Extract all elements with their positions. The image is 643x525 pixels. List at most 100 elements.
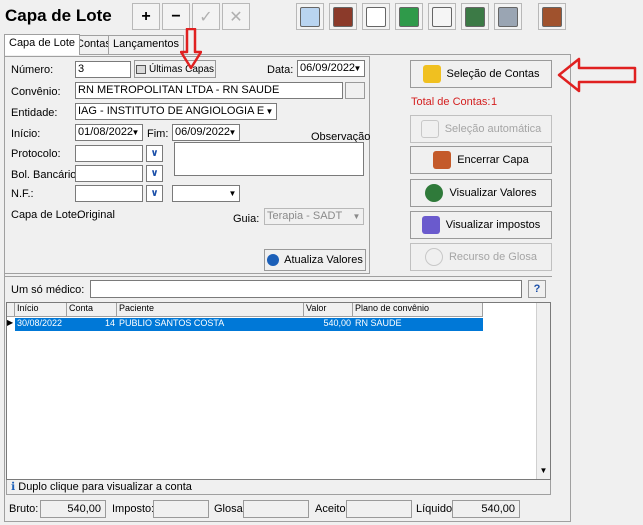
entidade-dropdown[interactable]: IAG - INSTITUTO DE ANGIOLOGIA E GASTI ▼ — [75, 103, 277, 120]
chevron-down-icon: ▼ — [353, 64, 362, 73]
inicio-value: 01/08/2022 — [78, 126, 134, 138]
nf-input[interactable] — [75, 185, 143, 202]
money-bag-icon — [425, 184, 444, 202]
visualizar-impostos-label: Visualizar impostos — [445, 219, 541, 231]
confirm-button[interactable]: ✓ — [192, 3, 220, 30]
numero-input[interactable]: 3 — [75, 61, 131, 78]
data-label: Data: — [267, 64, 294, 76]
divider — [4, 276, 552, 277]
protocolo-label: Protocolo: — [11, 148, 61, 160]
box-icon — [433, 151, 452, 169]
vertical-scrollbar[interactable]: ▼ — [536, 303, 550, 479]
exit-button[interactable] — [538, 3, 566, 30]
nf-label: N.F.: — [11, 188, 34, 200]
table-icon — [135, 64, 146, 74]
annotation-left-arrow-icon — [557, 57, 637, 93]
aceito-value — [346, 500, 412, 518]
imposto-value — [153, 500, 209, 518]
glosa-label: Glosa: — [214, 503, 246, 515]
book-icon — [333, 6, 353, 27]
map-icon — [420, 120, 439, 138]
data-dropdown[interactable]: 06/09/2022 ▼ — [297, 60, 365, 77]
cell-valor: 540,00 — [323, 318, 351, 328]
scroll-down-arrow-icon[interactable]: ▼ — [537, 466, 550, 479]
protocolo-input[interactable] — [75, 145, 143, 162]
recurso-glosa-label: Recurso de Glosa — [448, 251, 538, 263]
inicio-dropdown[interactable]: 01/08/2022 ▼ — [75, 124, 143, 141]
list-button[interactable] — [395, 3, 423, 30]
grid-corner — [7, 303, 15, 317]
fim-dropdown[interactable]: 06/09/2022 ▼ — [172, 124, 240, 141]
atualiza-valores-button[interactable]: Atualiza Valores — [264, 249, 366, 271]
data-value: 06/09/2022 — [300, 62, 356, 74]
protocolo-expand-button[interactable]: ∨ — [146, 145, 163, 162]
liquido-value: 540,00 — [452, 500, 520, 518]
medico-help-button[interactable]: ? — [528, 280, 546, 298]
nf-type-dropdown[interactable]: ▼ — [172, 185, 240, 202]
glosa-value — [243, 500, 309, 518]
chevron-down-icon: ▼ — [264, 105, 275, 118]
ultimas-capas-button[interactable]: Últimas Capas — [134, 60, 216, 78]
printer-button[interactable] — [494, 3, 522, 30]
transfer-button[interactable] — [461, 3, 489, 30]
convenio-lookup-button[interactable] — [345, 82, 365, 99]
bol-bancario-label: Bol. Bancário: — [11, 169, 80, 181]
printer-icon — [498, 6, 518, 27]
total-contas-value: 1 — [491, 96, 498, 108]
convenio-input[interactable]: RN METROPOLITAN LTDA - RN SAUDE — [75, 82, 343, 99]
bruto-label: Bruto: — [9, 503, 39, 515]
atualiza-valores-label: Atualiza Valores — [284, 254, 363, 266]
col-header-valor[interactable]: Valor — [304, 303, 353, 317]
tab-capa-de-lote[interactable]: Capa de Lote — [4, 34, 81, 55]
chevron-down-icon: ▼ — [352, 212, 361, 221]
window-title: Capa de Lote — [5, 6, 112, 25]
remove-button[interactable]: − — [162, 3, 190, 30]
total-contas-label: Total de Contas: — [411, 96, 491, 108]
bol-bancario-input[interactable] — [75, 165, 143, 182]
contas-grid[interactable]: Início Conta Paciente Valor Plano de con… — [6, 302, 551, 480]
selecao-automatica-button[interactable]: Seleção automática — [410, 115, 552, 143]
add-button[interactable]: + — [132, 3, 160, 30]
guia-label: Guia: — [233, 213, 260, 225]
cell-inicio: 30/08/2022 — [17, 318, 63, 328]
status-bar: ℹ Duplo clique para visualizar a conta — [6, 480, 551, 495]
cell-paciente: PUBLIO SANTOS COSTA — [119, 318, 225, 328]
recurso-glosa-button[interactable]: Recurso de Glosa — [410, 243, 552, 271]
guia-dropdown[interactable]: Terapia - SADT ▼ — [264, 208, 364, 225]
person-list-icon — [422, 65, 441, 83]
bol-bancario-expand-button[interactable]: ∨ — [146, 165, 163, 182]
check-document-icon — [432, 6, 452, 27]
nf-expand-button[interactable]: ∨ — [146, 185, 163, 202]
document-edit-icon — [366, 6, 386, 27]
tab-lancamentos[interactable]: Lançamentos — [108, 35, 185, 54]
selecao-contas-button[interactable]: Seleção de Contas — [410, 60, 552, 88]
check-document-button[interactable] — [428, 3, 456, 30]
visualizar-impostos-button[interactable]: Visualizar impostos — [410, 211, 552, 239]
cancel-button[interactable]: ✕ — [222, 3, 250, 30]
book-button[interactable] — [329, 3, 357, 30]
imposto-label: Imposto: — [112, 503, 155, 515]
document-pen-icon — [421, 216, 440, 234]
chevron-down-icon: ∨ — [150, 148, 159, 159]
col-header-conta[interactable]: Conta — [67, 303, 117, 317]
inicio-label: Início: — [11, 128, 41, 140]
convenio-label: Convênio: — [11, 86, 61, 98]
numero-label: Número: — [11, 64, 54, 76]
medico-input[interactable] — [90, 280, 522, 298]
chevron-down-icon: ▼ — [131, 128, 140, 137]
document-edit-button[interactable] — [362, 3, 390, 30]
observacao-textarea[interactable] — [174, 142, 364, 176]
selecao-contas-label: Seleção de Contas — [446, 68, 540, 80]
chevron-down-icon: ∨ — [150, 188, 159, 199]
visualizar-valores-button[interactable]: Visualizar Valores — [410, 179, 552, 207]
refresh-icon — [267, 254, 280, 266]
cell-conta: 14 — [104, 318, 115, 328]
chevron-down-icon: ▼ — [228, 189, 237, 198]
col-header-inicio[interactable]: Início — [15, 303, 67, 317]
encerrar-capa-label: Encerrar Capa — [457, 154, 529, 166]
guia-value: Terapia - SADT — [267, 210, 343, 222]
col-header-plano[interactable]: Plano de convênio — [353, 303, 483, 317]
encerrar-capa-button[interactable]: Encerrar Capa — [410, 146, 552, 174]
col-header-paciente[interactable]: Paciente — [117, 303, 304, 317]
calculator-button[interactable] — [296, 3, 324, 30]
